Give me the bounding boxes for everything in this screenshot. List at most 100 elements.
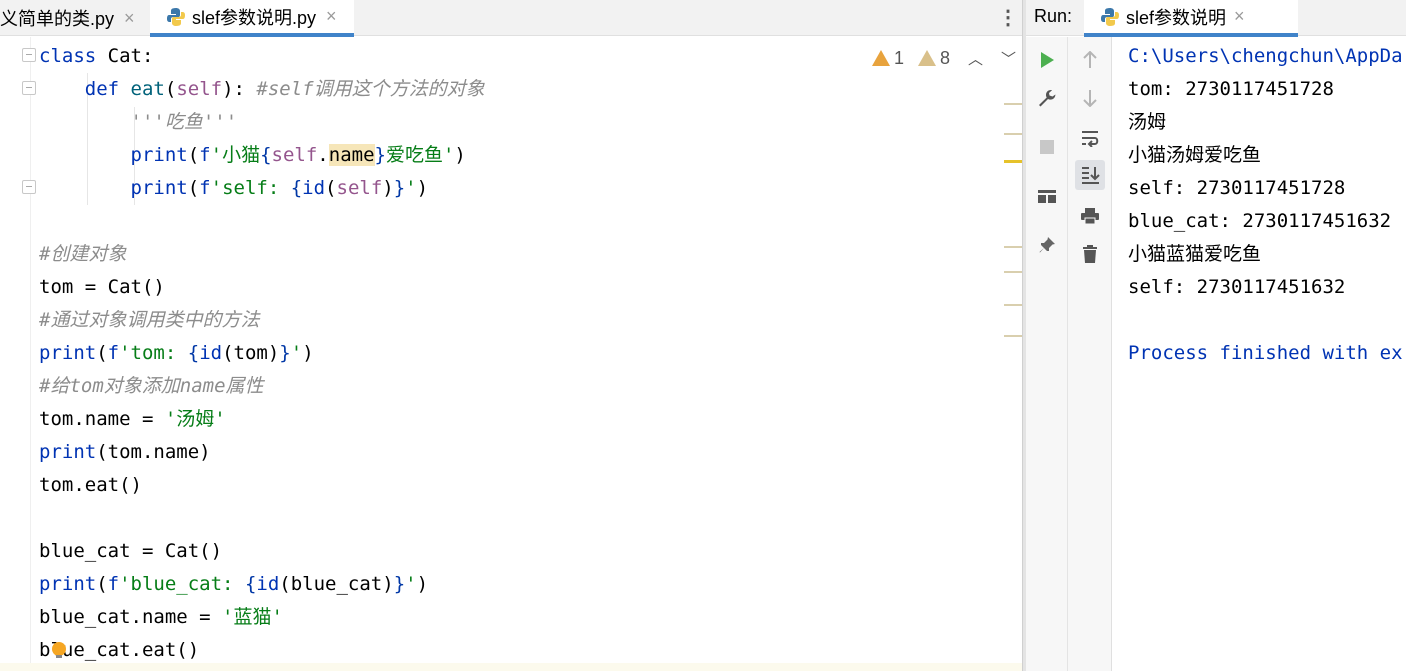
arrow-down-icon[interactable] <box>1075 83 1105 113</box>
code-text[interactable]: class Cat: def eat(self): #self调用这个方法的对象… <box>39 40 485 667</box>
console-line: 小猫汤姆爱吃鱼 <box>1128 144 1262 166</box>
code-token: print <box>39 441 97 463</box>
error-stripe-mark[interactable] <box>1004 271 1022 273</box>
code-token: print <box>130 177 188 199</box>
error-stripe-mark[interactable] <box>1004 133 1022 135</box>
code-token: ( <box>164 78 177 100</box>
layout-icon[interactable] <box>1032 182 1062 212</box>
scroll-to-end-icon[interactable] <box>1075 160 1105 190</box>
weak-warning-icon <box>918 50 937 66</box>
error-stripe-mark[interactable] <box>1004 304 1022 306</box>
play-icon[interactable] <box>1032 45 1062 75</box>
code-token: tom.eat() <box>39 474 142 496</box>
code-token: print <box>39 342 97 364</box>
lightbulb-icon[interactable] <box>52 642 66 658</box>
close-icon[interactable]: × <box>326 6 337 27</box>
stop-icon[interactable] <box>1032 132 1062 162</box>
code-line[interactable]: print(f'tom: {id(tom)}') <box>39 337 485 370</box>
code-line[interactable]: #给tom对象添加name属性 <box>39 370 485 403</box>
code-token: 爱吃鱼' <box>385 144 455 166</box>
code-token: } <box>374 144 386 166</box>
code-line[interactable]: '''吃鱼''' <box>39 106 485 139</box>
code-token: { <box>244 573 257 595</box>
code-line[interactable]: blue_cat.name = '蓝猫' <box>39 601 485 634</box>
trash-icon[interactable] <box>1075 239 1105 269</box>
code-token: ' <box>290 342 303 364</box>
code-token: { <box>187 342 200 364</box>
fold-def-icon[interactable] <box>22 81 36 95</box>
python-file-icon <box>1100 7 1120 27</box>
code-line[interactable]: def eat(self): #self调用这个方法的对象 <box>39 73 485 106</box>
code-line[interactable]: #创建对象 <box>39 238 485 271</box>
code-line[interactable]: print(f'小猫{self.name}爱吃鱼') <box>39 139 485 172</box>
more-options-icon[interactable]: ⋮ <box>998 8 1018 28</box>
editor-tab-active[interactable]: slef参数说明.py × <box>150 0 354 37</box>
code-token: 'blue_cat: <box>119 573 245 595</box>
error-stripe-mark[interactable] <box>1004 335 1022 337</box>
run-panel-header: Run: slef参数说明 × <box>1026 0 1406 37</box>
code-token: tom.name = <box>39 408 165 430</box>
code-line[interactable]: class Cat: <box>39 40 485 73</box>
code-token: ) <box>416 573 429 595</box>
code-token: f <box>199 144 211 166</box>
code-token: id <box>302 177 326 199</box>
code-token: . <box>317 144 329 166</box>
gutter-divider <box>30 37 31 671</box>
code-token: id <box>256 573 280 595</box>
code-line[interactable]: tom = Cat() <box>39 271 485 304</box>
error-count: 1 <box>894 47 905 68</box>
arrow-up-icon[interactable] <box>1075 45 1105 75</box>
error-stripe-mark[interactable] <box>1004 103 1022 105</box>
code-line[interactable]: blue_cat = Cat() <box>39 535 485 568</box>
run-tab[interactable]: slef参数说明 × <box>1084 0 1298 37</box>
code-token: class <box>39 45 108 67</box>
code-token: ( <box>187 144 200 166</box>
code-token: (tom.name) <box>96 441 211 463</box>
fold-class-icon[interactable] <box>22 48 36 62</box>
code-line[interactable]: print(f'self: {id(self)}') <box>39 172 485 205</box>
wrench-icon[interactable] <box>1032 83 1062 113</box>
editor-tab-class-file[interactable]: 义简单的类.py × <box>0 0 148 36</box>
code-line[interactable]: ​ <box>39 502 485 535</box>
chevron-down-icon[interactable]: ﹀ <box>1001 48 1016 69</box>
code-token: def <box>84 78 131 100</box>
code-token: '汤姆' <box>164 408 226 430</box>
run-toolbar-primary <box>1026 37 1068 671</box>
console-line: tom: 2730117451728 <box>1128 78 1334 100</box>
code-token: '蓝猫' <box>222 606 283 628</box>
code-token: 'tom: <box>119 342 188 364</box>
code-token: blue_cat.name = <box>39 606 223 628</box>
code-editor[interactable]: class Cat: def eat(self): #self调用这个方法的对象… <box>0 37 1022 671</box>
close-icon[interactable]: × <box>124 8 135 29</box>
console-line: self: 2730117451728 <box>1128 177 1346 199</box>
close-icon[interactable]: × <box>1234 6 1245 27</box>
code-token: self <box>336 177 383 199</box>
code-token: print <box>130 144 188 166</box>
fold-end-icon[interactable] <box>22 180 36 194</box>
code-token: (tom) <box>222 342 280 364</box>
code-line[interactable]: print(f'blue_cat: {id(blue_cat)}') <box>39 568 485 601</box>
code-token: #通过对象调用类中的方法 <box>39 309 260 331</box>
code-line[interactable]: #通过对象调用类中的方法 <box>39 304 485 337</box>
chevron-up-icon[interactable]: ︿ <box>968 48 983 69</box>
code-line[interactable]: tom.name = '汤姆' <box>39 403 485 436</box>
run-console-output[interactable]: C:\Users\chengchun\AppDa tom: 27301174517… <box>1128 40 1403 370</box>
error-stripe-mark[interactable] <box>1004 160 1022 163</box>
inspection-widget[interactable]: 1 8 ︿ ﹀ <box>872 47 1030 69</box>
pin-icon[interactable] <box>1032 230 1062 260</box>
code-line[interactable]: print(tom.name) <box>39 436 485 469</box>
scrollbar[interactable] <box>1006 117 1022 657</box>
code-line[interactable]: tom.eat() <box>39 469 485 502</box>
error-stripe-mark[interactable] <box>1004 246 1022 248</box>
soft-wrap-icon[interactable] <box>1075 123 1105 153</box>
print-icon[interactable] <box>1075 201 1105 231</box>
code-token: } <box>279 342 291 364</box>
code-token: ( <box>96 573 108 595</box>
code-line[interactable]: ​ <box>39 205 485 238</box>
code-token: Cat: <box>107 45 154 67</box>
code-token: ( <box>96 342 108 364</box>
